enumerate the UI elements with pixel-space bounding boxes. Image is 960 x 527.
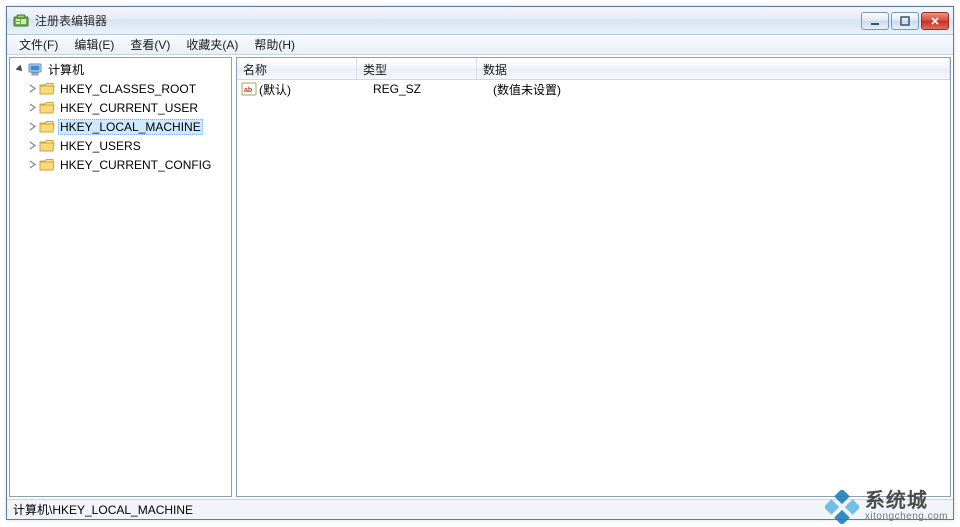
registry-editor-window: 注册表编辑器 文件(F) 编辑(E) 查看(V) 收藏夹(A) 帮助(H)	[6, 6, 954, 520]
tree-node-hku[interactable]: HKEY_USERS	[10, 136, 231, 155]
expander-icon[interactable]	[26, 83, 38, 95]
list-header: 名称 类型 数据	[237, 58, 950, 80]
folder-icon	[39, 119, 55, 135]
minimize-button[interactable]	[861, 12, 889, 30]
tree-label: HKEY_USERS	[58, 138, 143, 154]
registry-tree: 计算机 HKEY_CLASSES_ROOT	[10, 58, 231, 176]
expander-icon[interactable]	[26, 140, 38, 152]
folder-icon	[39, 100, 55, 116]
menu-favorites[interactable]: 收藏夹(A)	[178, 35, 246, 54]
expander-icon[interactable]	[26, 159, 38, 171]
list-body[interactable]: ab (默认) REG_SZ (数值未设置)	[237, 80, 950, 496]
tree-node-hklm[interactable]: HKEY_LOCAL_MACHINE	[10, 117, 231, 136]
menu-file[interactable]: 文件(F)	[11, 35, 66, 54]
computer-icon	[27, 62, 43, 78]
value-type: REG_SZ	[373, 82, 493, 96]
value-name: (默认)	[259, 81, 373, 98]
expander-icon[interactable]	[26, 102, 38, 114]
close-button[interactable]	[921, 12, 949, 30]
list-row[interactable]: ab (默认) REG_SZ (数值未设置)	[237, 80, 950, 98]
folder-icon	[39, 81, 55, 97]
value-data: (数值未设置)	[493, 81, 950, 98]
string-value-icon: ab	[241, 81, 257, 97]
tree-label: HKEY_LOCAL_MACHINE	[58, 119, 203, 135]
value-list-pane: 名称 类型 数据 ab (默认) REG_SZ (数值未设置)	[236, 57, 951, 497]
regedit-app-icon	[13, 13, 29, 29]
titlebar: 注册表编辑器	[7, 7, 953, 35]
window-title: 注册表编辑器	[35, 12, 861, 29]
window-controls	[861, 12, 951, 30]
menubar: 文件(F) 编辑(E) 查看(V) 收藏夹(A) 帮助(H)	[7, 35, 953, 55]
tree-label: HKEY_CLASSES_ROOT	[58, 81, 198, 97]
column-header-data[interactable]: 数据	[477, 58, 950, 79]
content-area: 计算机 HKEY_CLASSES_ROOT	[7, 55, 953, 499]
watermark-url: xitongcheng.com	[865, 512, 948, 523]
tree-label: HKEY_CURRENT_CONFIG	[58, 157, 213, 173]
folder-icon	[39, 138, 55, 154]
tree-label: 计算机	[46, 60, 86, 79]
tree-node-hkcu[interactable]: HKEY_CURRENT_USER	[10, 98, 231, 117]
column-header-name[interactable]: 名称	[237, 58, 357, 79]
column-header-type[interactable]: 类型	[357, 58, 477, 79]
expander-icon[interactable]	[14, 64, 26, 76]
tree-label: HKEY_CURRENT_USER	[58, 100, 200, 116]
tree-root-computer[interactable]: 计算机	[10, 60, 231, 79]
statusbar: 计算机\HKEY_LOCAL_MACHINE	[7, 499, 953, 519]
menu-edit[interactable]: 编辑(E)	[66, 35, 122, 54]
tree-node-hkcc[interactable]: HKEY_CURRENT_CONFIG	[10, 155, 231, 174]
tree-pane[interactable]: 计算机 HKEY_CLASSES_ROOT	[9, 57, 232, 497]
folder-icon	[39, 157, 55, 173]
maximize-button[interactable]	[891, 12, 919, 30]
expander-icon[interactable]	[26, 121, 38, 133]
watermark-logo-icon	[825, 490, 859, 524]
watermark: 系统城 xitongcheng.com	[825, 490, 948, 524]
menu-help[interactable]: 帮助(H)	[246, 35, 303, 54]
tree-node-hkcr[interactable]: HKEY_CLASSES_ROOT	[10, 79, 231, 98]
watermark-text: 系统城	[865, 491, 948, 512]
statusbar-path: 计算机\HKEY_LOCAL_MACHINE	[13, 501, 193, 518]
svg-text:ab: ab	[244, 87, 252, 94]
menu-view[interactable]: 查看(V)	[122, 35, 178, 54]
